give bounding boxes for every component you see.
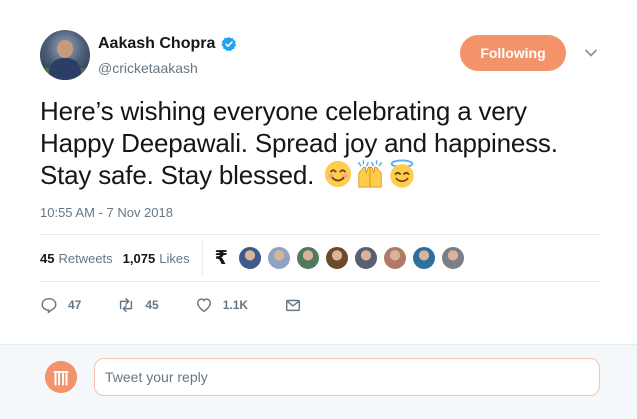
chevron-down-icon[interactable] (584, 46, 598, 60)
direct-message-action[interactable] (284, 296, 312, 314)
retweets-label: Retweets (58, 250, 113, 266)
reply-action[interactable]: 47 (40, 296, 81, 314)
smiling-face-with-smiling-eyes-icon (325, 160, 352, 188)
liker-avatar[interactable] (324, 246, 349, 270)
raising-hands-icon (358, 160, 383, 188)
liker-avatars (237, 246, 470, 270)
tweet-text: Here’s wishing everyone celebrating a ve… (40, 96, 558, 190)
author-handle[interactable]: @cricketaakash (98, 60, 198, 76)
reply-count: 47 (68, 298, 82, 312)
like-count: 1.1K (222, 298, 249, 312)
liker-avatar[interactable] (411, 246, 436, 270)
likes-count: 1,075 (122, 250, 156, 266)
likes-label: Likes (159, 250, 190, 266)
following-button[interactable]: Following (460, 35, 566, 71)
envelope-icon (286, 299, 301, 312)
stats-separator (201, 240, 203, 276)
likes-stat[interactable]: 1,075 Likes (123, 251, 190, 266)
tweet-timestamp[interactable]: 10:55 AM - 7 Nov 2018 (40, 205, 173, 220)
retweet-count: 45 (145, 298, 159, 312)
liker-avatar[interactable] (295, 246, 320, 270)
retweet-icon (120, 297, 133, 313)
liker-avatar[interactable] (440, 246, 465, 270)
retweets-stat[interactable]: 45 Retweets (40, 251, 113, 266)
tweet-body: Here’s wishing everyone celebrating a ve… (40, 95, 600, 191)
reply-icon (41, 297, 57, 314)
liker-avatar[interactable] (353, 246, 378, 270)
liker-avatar[interactable] (266, 246, 291, 270)
reply-composer (0, 344, 637, 419)
author-avatar[interactable] (40, 30, 90, 80)
divider (40, 234, 600, 235)
tweet-header: Aakash Chopra @cricketaakash Following (40, 30, 610, 82)
divider (40, 281, 600, 282)
liker-avatar[interactable] (382, 246, 407, 270)
reply-input[interactable] (94, 358, 600, 396)
author-display-name[interactable]: Aakash Chopra (98, 35, 215, 53)
liker-avatar[interactable] (237, 246, 262, 270)
retweets-count: 45 (40, 250, 55, 266)
verified-badge-icon (221, 37, 237, 52)
tweet-stats: 45 Retweets 1,075 Likes ₹ (40, 240, 470, 276)
tweet-actions: 47 45 1.1K (40, 296, 348, 314)
rupee-icon[interactable]: ₹ (215, 247, 228, 270)
user-avatar[interactable] (45, 361, 77, 393)
retweet-action[interactable]: 45 (117, 296, 159, 314)
like-action[interactable]: 1.1K (195, 296, 248, 314)
heart-icon (196, 298, 211, 313)
smiling-face-with-halo-icon (390, 159, 414, 188)
author-name-row: Aakash Chopra (98, 35, 237, 53)
